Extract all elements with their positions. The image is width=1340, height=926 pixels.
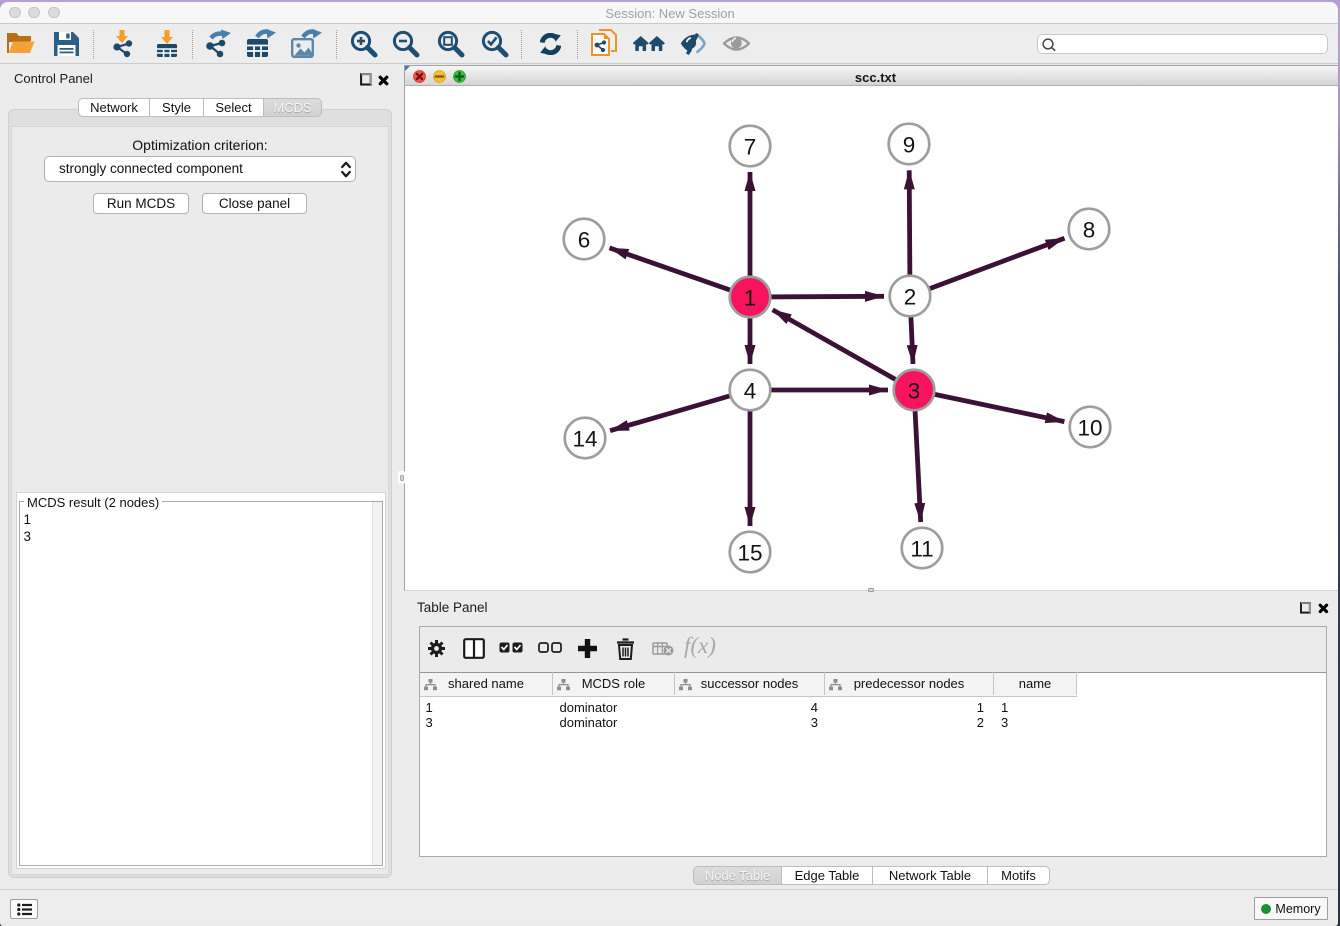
svg-text:7: 7	[744, 135, 757, 160]
svg-text:15: 15	[737, 541, 762, 566]
svg-text:9: 9	[903, 133, 916, 158]
svg-text:14: 14	[572, 427, 597, 452]
svg-text:11: 11	[910, 537, 933, 562]
svg-text:3: 3	[908, 379, 921, 404]
svg-text:6: 6	[578, 228, 591, 253]
svg-text:2: 2	[904, 285, 917, 310]
svg-text:10: 10	[1077, 416, 1102, 441]
svg-text:4: 4	[744, 379, 757, 404]
svg-text:1: 1	[744, 286, 757, 311]
svg-text:8: 8	[1083, 218, 1096, 243]
